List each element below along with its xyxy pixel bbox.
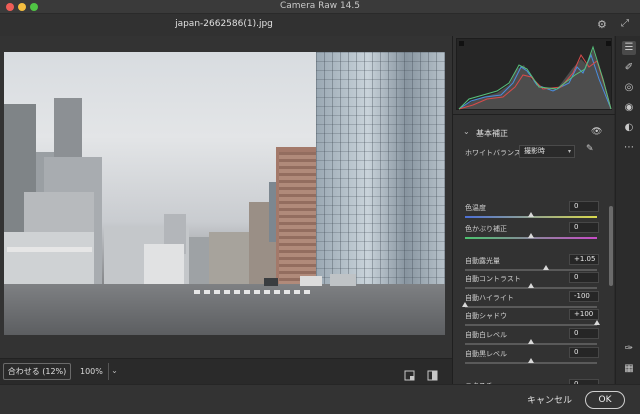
slider-value-field[interactable]: +100 [569,309,599,320]
slider-label: 色かぶり補正 [465,225,507,233]
panel-divider [453,114,615,115]
presets-icon[interactable]: ◐ [622,121,636,135]
slider-track[interactable] [465,324,597,326]
panel-scrollbar[interactable] [609,116,613,382]
file-header: japan-2662586(1).jpg ⚙ ⤢ [0,14,640,36]
photo-preview [4,52,445,335]
slider-value-field[interactable]: 0 [569,272,599,283]
slider-thumb[interactable] [528,283,534,288]
dialog-footer: キャンセル OK [0,384,640,414]
white-balance-label: ホワイトバランス [465,149,521,157]
window-titlebar: Camera Raw 14.5 [0,0,640,14]
slider-value-field[interactable]: -100 [569,291,599,302]
eyedropper-icon[interactable]: ✎ [586,144,594,154]
slider-value-field[interactable]: 0 [569,328,599,339]
white-balance-select[interactable]: 撮影時 ▾ [519,145,575,158]
edit-sliders-icon[interactable]: ☰ [622,41,636,55]
scrollbar-thumb[interactable] [609,206,613,286]
slider-thumb[interactable] [594,320,600,325]
slider-row: 自動ハイライト -100 [462,291,599,310]
slider-thumb[interactable] [528,233,534,238]
canvas-bottom-bar: 合わせる (12%) 100% ⌄ [0,358,452,384]
view-mode-icon[interactable] [404,366,415,381]
slider-row: 色温度 0 [465,201,599,220]
zoom-100-button[interactable]: 100% [80,367,103,376]
expand-icon[interactable]: ⤢ [621,18,629,29]
slider-thumb[interactable] [528,339,534,344]
zoom-dropdown-button[interactable]: ⌄ [108,363,120,380]
slider-thumb[interactable] [528,212,534,217]
slider-label: 自動露光量 [465,257,500,265]
fit-zoom-button[interactable]: 合わせる (12%) [3,363,71,380]
app-title: Camera Raw 14.5 [279,1,360,11]
slider-row: 自動シャドウ +100 [465,309,600,328]
white-balance-value: 撮影時 [524,147,545,155]
slider-label: 自動シャドウ [465,312,507,320]
eye-icon[interactable]: 👁 [591,127,602,137]
gear-icon[interactable]: ⚙ [597,18,607,31]
slider-row: 自動黒レベル 0 [465,347,599,366]
chevron-down-icon: ▾ [567,148,571,155]
slider-thumb[interactable] [528,358,534,363]
slider-value-field[interactable]: 0 [569,347,599,358]
slider-value-field[interactable]: 0 [569,201,599,212]
edit-panel: ⌄ 基本補正 👁 ホワイトバランス 撮影時 ▾ ✎ 色温度 0 色かぶり補正 0 自動露… [452,36,615,414]
slider-thumb[interactable] [462,302,468,307]
before-after-icon[interactable] [427,366,438,381]
slider-track[interactable] [465,269,597,271]
slider-label: 自動コントラスト [465,275,521,283]
slider-value-field[interactable]: 0 [569,222,599,233]
section-title-basic[interactable]: 基本補正 [476,128,508,139]
mask-icon[interactable]: ◎ [622,81,636,95]
slider-value-field[interactable]: +1.05 [569,254,599,265]
red-eye-icon[interactable]: ◉ [622,101,636,115]
slider-label: 自動黒レベル [465,350,507,358]
healing-brush-icon[interactable]: ✐ [622,61,636,75]
tool-strip: ☰ ✐ ◎ ◉ ◐ ⋯ ✑ ▦ [615,36,640,384]
slider-row: 自動白レベル 0 [465,328,599,347]
slider-label: 色温度 [465,204,486,212]
slider-label: 自動ハイライト [465,294,514,302]
slider-row: 自動コントラスト 0 [465,272,599,291]
chevron-down-icon[interactable]: ⌄ [463,127,470,136]
slider-label: 自動白レベル [465,331,507,339]
sampler-icon[interactable]: ✑ [622,342,636,356]
slider-row: 自動露光量 +1.05 [465,254,599,273]
cancel-button[interactable]: キャンセル [527,393,572,406]
image-canvas[interactable] [0,36,452,358]
more-options-icon[interactable]: ⋯ [622,141,636,155]
slider-track[interactable] [465,306,597,308]
slider-row: 色かぶり補正 0 [465,222,599,241]
slider-thumb[interactable] [542,265,549,270]
file-name: japan-2662586(1).jpg [175,19,273,29]
grid-icon[interactable]: ▦ [622,362,636,376]
ok-button[interactable]: OK [585,391,625,409]
histogram [456,38,612,110]
